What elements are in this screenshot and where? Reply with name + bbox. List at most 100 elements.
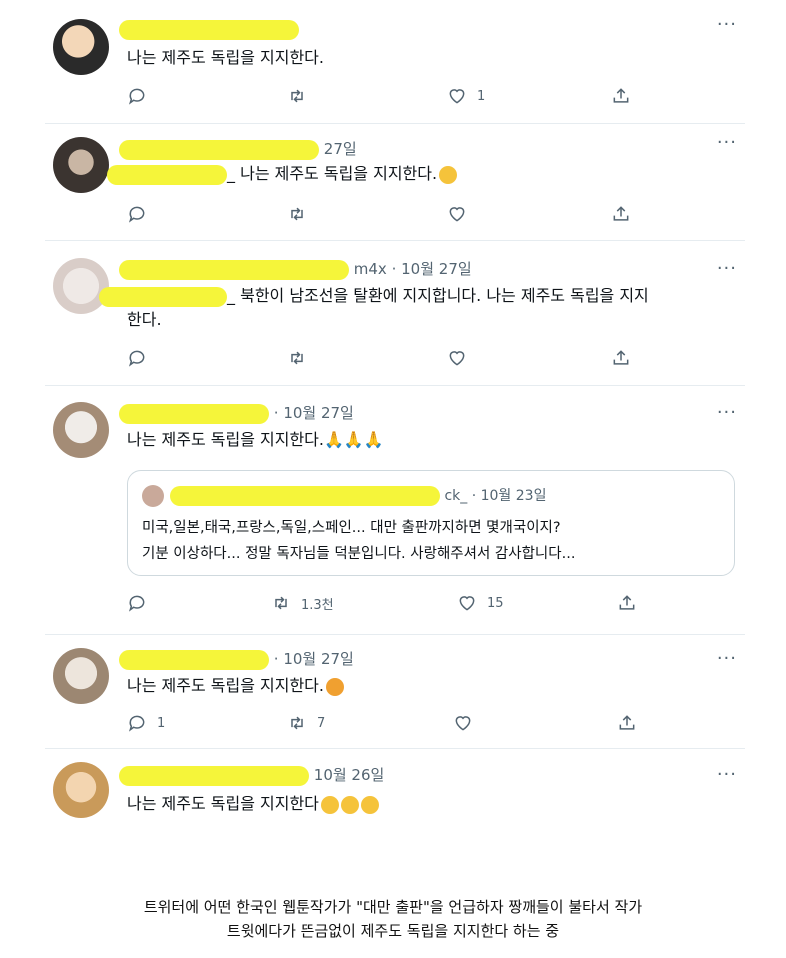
retweet-button[interactable]: 7 (287, 713, 325, 733)
redacted-name (119, 765, 309, 786)
retweet-icon (271, 593, 291, 613)
redacted-handle (99, 286, 227, 307)
tweet-text: 나는 제주도 독립을 지지한다. (127, 48, 324, 67)
share-icon (617, 713, 637, 733)
like-button[interactable] (447, 204, 477, 224)
avatar[interactable] (53, 648, 109, 704)
share-icon (611, 348, 631, 368)
divider (45, 748, 745, 749)
caption: 트위터에 어떤 한국인 웹툰작가가 "대만 출판"을 언급하자 짱깨들이 불타서… (143, 898, 643, 940)
divider (45, 123, 745, 124)
heart-icon (447, 204, 467, 224)
retweet-count: 1.3천 (301, 597, 334, 613)
more-options-icon[interactable]: ··· (717, 402, 737, 423)
share-icon (611, 204, 631, 224)
tweet-4[interactable]: · 10월 27일 ··· 나는 제주도 독립을 지지한다.🙏🙏🙏 ck_ · … (45, 396, 745, 626)
heart-icon (453, 713, 473, 733)
like-button[interactable] (453, 713, 483, 733)
tweet-5[interactable]: · 10월 27일 ··· 나는 제주도 독립을 지지한다. 1 7 (45, 644, 745, 744)
share-icon (617, 593, 637, 613)
retweet-icon (287, 86, 307, 106)
tweet-header (119, 20, 299, 42)
avatar[interactable] (53, 402, 109, 458)
tweet-6[interactable]: 10월 26일 ··· 나는 제주도 독립을 지지한다 (45, 760, 745, 840)
tweet-text: _ 북한이 남조선을 탈환에 지지합니다. 나는 제주도 독립을 지지 한다. (99, 284, 739, 332)
grinning-emoji-icon (439, 165, 458, 184)
avatar[interactable] (53, 137, 109, 193)
smiling-emoji-icon (340, 795, 359, 814)
share-button[interactable] (617, 713, 647, 733)
tweet-header: 10월 26일 (119, 764, 384, 786)
retweet-button[interactable] (287, 348, 317, 368)
tweet-actions: 1 (127, 86, 637, 108)
reply-button[interactable] (127, 348, 157, 368)
avatar[interactable] (53, 19, 109, 75)
tweet-2[interactable]: 27일 ··· _ 나는 제주도 독립을 지지한다. (45, 132, 745, 232)
retweet-count: 7 (317, 715, 326, 731)
hugging-emoji-icon (360, 795, 379, 814)
reply-icon (127, 348, 147, 368)
share-icon (611, 86, 631, 106)
quoted-tweet-date: ck_ · 10월 23일 (444, 488, 547, 504)
reply-icon (127, 204, 147, 224)
more-options-icon[interactable]: ··· (717, 132, 737, 153)
share-button[interactable] (611, 86, 641, 106)
tweet-date: m4x · 10월 27일 (353, 260, 472, 278)
grinning-emoji-icon (320, 795, 339, 814)
tweet-date: · 10월 27일 (273, 404, 354, 422)
tweet-1[interactable]: ··· 나는 제주도 독립을 지지한다. 1 (45, 14, 745, 119)
more-options-icon[interactable]: ··· (717, 764, 737, 785)
redacted-name (119, 139, 319, 160)
divider (45, 634, 745, 635)
tweet-date: 27일 (323, 140, 357, 158)
redacted-handle (107, 164, 227, 185)
like-button[interactable]: 15 (457, 593, 504, 613)
like-button[interactable]: 1 (447, 86, 485, 106)
retweet-button[interactable]: 1.3천 (271, 593, 334, 613)
redacted-name (119, 403, 269, 424)
reply-icon (127, 86, 147, 106)
divider (45, 240, 745, 241)
tweet-actions (127, 204, 637, 226)
retweet-button[interactable] (287, 204, 317, 224)
tweet-text: _ 나는 제주도 독립을 지지한다. (107, 162, 458, 186)
like-count: 15 (487, 595, 504, 611)
retweet-icon (287, 348, 307, 368)
retweet-button[interactable] (287, 86, 317, 106)
tweet-header: · 10월 27일 (119, 402, 354, 424)
retweet-icon (287, 713, 307, 733)
reply-count: 1 (157, 715, 166, 731)
tweet-text: 나는 제주도 독립을 지지한다.🙏🙏🙏 (127, 430, 384, 449)
tweet-text: 나는 제주도 독립을 지지한다. (127, 674, 344, 698)
share-button[interactable] (611, 348, 641, 368)
quoted-tweet[interactable]: ck_ · 10월 23일 미국,일본,태국,프랑스,독일,스페인... 대만 … (127, 470, 735, 576)
quoted-tweet-header: ck_ · 10월 23일 (142, 485, 546, 507)
share-button[interactable] (617, 593, 647, 613)
reply-button[interactable] (127, 86, 157, 106)
quoted-avatar (142, 485, 164, 507)
tweet-header: 27일 (119, 138, 357, 160)
avatar[interactable] (53, 762, 109, 818)
tweet-text: 나는 제주도 독립을 지지한다 (127, 792, 379, 816)
reply-button[interactable] (127, 204, 157, 224)
emoji-icon (325, 677, 344, 696)
more-options-icon[interactable]: ··· (717, 14, 737, 35)
reply-button[interactable] (127, 593, 157, 613)
tweet-date: · 10월 27일 (273, 650, 354, 668)
reply-button[interactable]: 1 (127, 713, 165, 733)
redacted-name (119, 649, 269, 670)
more-options-icon[interactable]: ··· (717, 258, 737, 279)
retweet-icon (287, 204, 307, 224)
share-button[interactable] (611, 204, 641, 224)
quoted-tweet-text: 미국,일본,태국,프랑스,독일,스페인... 대만 출판까지하면 몇개국이지? … (142, 520, 576, 562)
heart-icon (447, 348, 467, 368)
like-count: 1 (477, 88, 486, 104)
like-button[interactable] (447, 348, 477, 368)
heart-icon (457, 593, 477, 613)
redacted-name (119, 259, 349, 280)
tweet-header: · 10월 27일 (119, 648, 354, 670)
reply-icon (127, 593, 147, 613)
more-options-icon[interactable]: ··· (717, 648, 737, 669)
reply-icon (127, 713, 147, 733)
tweet-3[interactable]: m4x · 10월 27일 ··· _ 북한이 남조선을 탈환에 지지합니다. … (45, 250, 745, 380)
